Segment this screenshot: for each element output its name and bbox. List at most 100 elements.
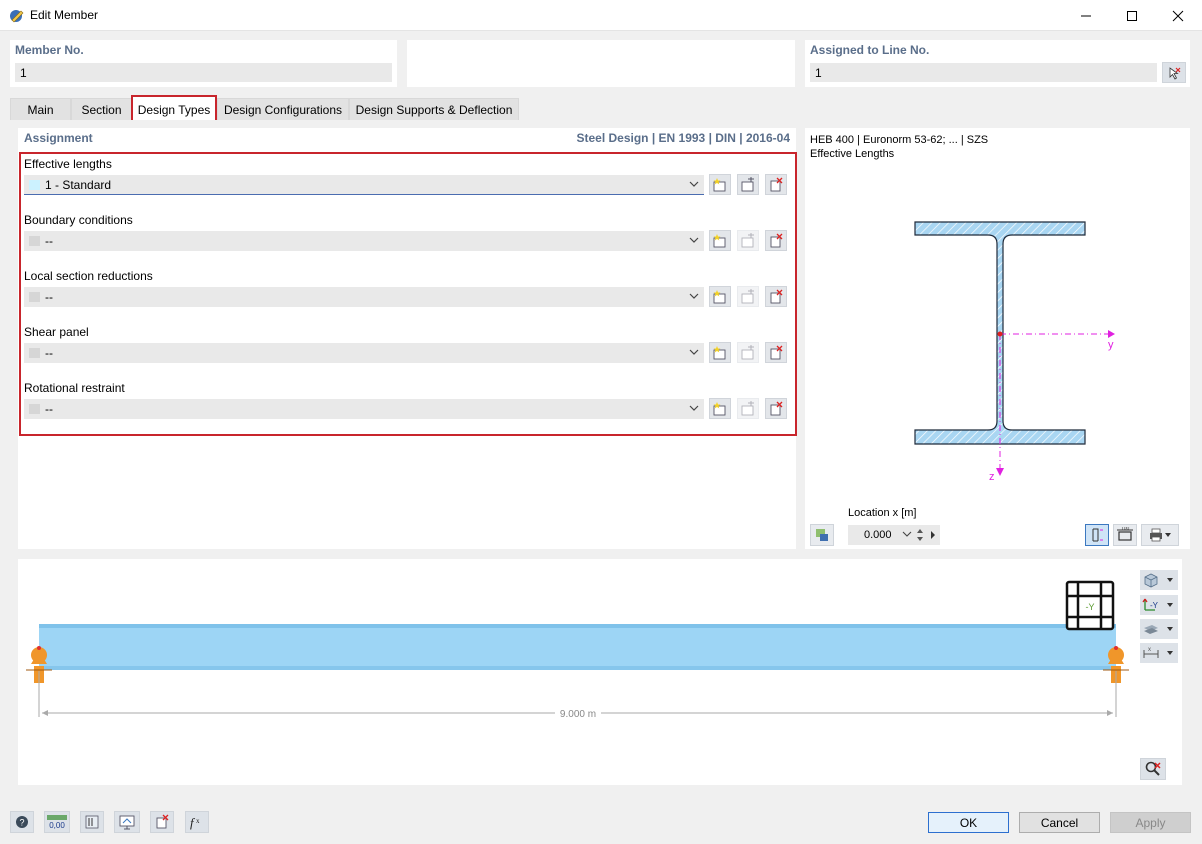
shear-panel-value: -- bbox=[45, 346, 53, 360]
reset-view-button[interactable] bbox=[1140, 758, 1166, 780]
effective-lengths-view-button[interactable] bbox=[1085, 524, 1109, 546]
new-item-button[interactable] bbox=[709, 286, 731, 307]
new-item-icon bbox=[713, 401, 726, 415]
section-settings-button[interactable] bbox=[810, 524, 834, 546]
edit-item-button[interactable] bbox=[737, 286, 759, 307]
dimension-label: 9.000 m bbox=[560, 709, 596, 720]
local-section-reductions-label: Local section reductions bbox=[24, 269, 153, 283]
view-mode-button[interactable] bbox=[1140, 570, 1178, 590]
member-no-field[interactable]: 1 bbox=[15, 63, 392, 82]
view-settings-icon bbox=[119, 815, 135, 830]
delete-item-button[interactable] bbox=[765, 342, 787, 363]
units-icon-text: 0,00 bbox=[49, 821, 65, 830]
section-drawing: y z bbox=[914, 221, 1115, 483]
assignment-title: Assignment bbox=[24, 131, 93, 145]
effective-lengths-combo[interactable]: 1 - Standard bbox=[24, 175, 704, 195]
cancel-button[interactable]: Cancel bbox=[1019, 812, 1100, 833]
section-settings-icon bbox=[816, 529, 828, 541]
beam bbox=[39, 624, 1116, 670]
edit-item-button[interactable] bbox=[737, 230, 759, 251]
dimension-button[interactable]: 100 bbox=[1113, 524, 1137, 546]
delete-item-button[interactable] bbox=[765, 230, 787, 251]
new-item-button[interactable] bbox=[709, 342, 731, 363]
shear-panel-combo[interactable]: -- bbox=[24, 343, 704, 363]
rotational-restraint-value: -- bbox=[45, 402, 53, 416]
boundary-conditions-combo[interactable]: -- bbox=[24, 231, 704, 251]
close-button[interactable] bbox=[1155, 0, 1201, 31]
z-axis-arrow bbox=[996, 468, 1004, 476]
tab-design-configurations[interactable]: Design Configurations bbox=[217, 98, 349, 120]
apply-button[interactable]: Apply bbox=[1110, 812, 1191, 833]
chevron-down-icon bbox=[689, 293, 699, 299]
chevron-down-icon bbox=[1167, 651, 1173, 655]
chevron-down-icon bbox=[689, 405, 699, 411]
color-swatch bbox=[29, 180, 40, 190]
edit-item-icon bbox=[741, 232, 754, 247]
app-icon bbox=[9, 8, 25, 27]
edit-item-icon bbox=[741, 176, 754, 191]
pick-line-button[interactable] bbox=[1162, 62, 1186, 83]
edit-item-icon bbox=[741, 344, 754, 359]
new-item-button[interactable] bbox=[709, 230, 731, 251]
layers-icon bbox=[1144, 625, 1158, 634]
delete-item-button[interactable] bbox=[765, 174, 787, 195]
location-input[interactable]: 0.000 bbox=[848, 525, 940, 545]
delete-item-button[interactable] bbox=[765, 286, 787, 307]
tab-section[interactable]: Section bbox=[71, 98, 132, 120]
svg-text:x: x bbox=[196, 817, 200, 825]
new-item-button[interactable] bbox=[709, 174, 731, 195]
edit-item-icon bbox=[741, 400, 754, 415]
view-cube-icon[interactable]: -Y bbox=[1065, 580, 1115, 631]
section-info: HEB 400 | Euronorm 53-62; ... | SZS bbox=[810, 134, 989, 146]
delete-icon bbox=[770, 345, 783, 359]
help-button[interactable]: ? bbox=[10, 811, 34, 833]
effective-lengths-value: 1 - Standard bbox=[45, 178, 112, 192]
new-item-icon bbox=[713, 177, 726, 191]
view-direction-button[interactable]: -Y bbox=[1140, 595, 1178, 615]
local-section-reductions-combo[interactable]: -- bbox=[24, 287, 704, 307]
new-item-icon bbox=[713, 233, 726, 247]
edit-item-button[interactable] bbox=[737, 398, 759, 419]
chevron-down-icon bbox=[689, 349, 699, 355]
assigned-line-field[interactable]: 1 bbox=[810, 63, 1157, 82]
minimize-button[interactable] bbox=[1063, 0, 1109, 31]
delete-assignment-button[interactable] bbox=[150, 811, 174, 833]
model-info-button[interactable] bbox=[80, 811, 104, 833]
new-item-button[interactable] bbox=[709, 398, 731, 419]
delete-item-button[interactable] bbox=[765, 398, 787, 419]
dimension-options-button[interactable]: x bbox=[1140, 643, 1178, 663]
edit-item-button[interactable] bbox=[737, 174, 759, 195]
tab-main[interactable]: Main bbox=[10, 98, 71, 120]
dimension-arrow-left bbox=[42, 710, 48, 716]
svg-text:100: 100 bbox=[1121, 527, 1130, 532]
chevron-down-icon bbox=[902, 531, 912, 537]
delete-icon bbox=[770, 177, 783, 191]
tab-design-supports-deflection[interactable]: Design Supports & Deflection bbox=[349, 98, 519, 120]
beam-bottom-edge bbox=[39, 666, 1116, 670]
shear-panel-label: Shear panel bbox=[24, 325, 89, 339]
print-button[interactable] bbox=[1141, 524, 1179, 546]
units-button[interactable]: 0,00 bbox=[44, 811, 70, 833]
location-value: 0.000 bbox=[864, 529, 892, 541]
zoom-reset-icon bbox=[1145, 761, 1161, 776]
dimension-line-icon: x bbox=[1143, 647, 1159, 658]
next-arrow-icon[interactable] bbox=[930, 530, 936, 540]
z-axis-label: z bbox=[989, 471, 995, 483]
location-label: Location x [m] bbox=[848, 507, 917, 519]
minimize-icon bbox=[1081, 15, 1091, 16]
ok-button[interactable]: OK bbox=[928, 812, 1009, 833]
maximize-button[interactable] bbox=[1109, 0, 1155, 31]
edit-item-button[interactable] bbox=[737, 342, 759, 363]
formula-button[interactable]: fx bbox=[185, 811, 209, 833]
rotational-restraint-combo[interactable]: -- bbox=[24, 399, 704, 419]
display-options-button[interactable] bbox=[1140, 619, 1178, 639]
chevron-down-icon bbox=[1167, 627, 1173, 631]
spinner-icon[interactable] bbox=[916, 527, 924, 543]
view-settings-button[interactable] bbox=[114, 811, 140, 833]
edit-item-icon bbox=[741, 288, 754, 303]
y-axis-label: y bbox=[1108, 339, 1114, 351]
model-info-icon bbox=[85, 815, 99, 829]
description-panel bbox=[407, 40, 795, 87]
window-title: Edit Member bbox=[30, 8, 99, 22]
delete-icon bbox=[770, 401, 783, 415]
